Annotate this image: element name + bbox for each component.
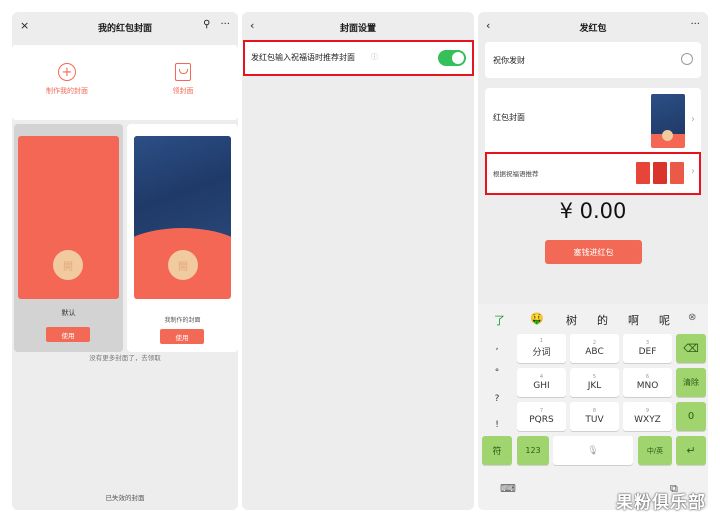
candidate-6[interactable]: 呢	[659, 312, 670, 328]
get-cover-button[interactable]: 领封面	[146, 63, 220, 96]
punctuation-column: , ° ? !	[482, 334, 512, 438]
page-title: 发红包	[579, 23, 607, 34]
key-num: 4	[539, 373, 544, 380]
clear-key[interactable]: 清除	[676, 368, 706, 397]
no-more-link[interactable]: 没有更多封面了，去领取	[12, 352, 238, 362]
default-cover-image: 開	[18, 136, 119, 299]
key-3[interactable]: 3 DEF	[623, 334, 672, 363]
key-7[interactable]: 7 PQRS	[517, 402, 566, 431]
custom-use-button[interactable]: 使用	[160, 329, 204, 344]
key-label: ABC	[585, 346, 604, 357]
cover-label: 红包封面	[493, 113, 525, 122]
punct-key[interactable]: ,	[482, 334, 512, 360]
custom-cover-card[interactable]: 開 我制作的封面 使用	[127, 124, 238, 352]
make-cover-label: 制作我的封面	[46, 87, 88, 95]
key-label: GHI	[533, 380, 550, 391]
red-envelope-icon	[175, 63, 191, 81]
key-num: 8	[592, 407, 597, 414]
actions-card: + 制作我的封面 领封面	[12, 45, 238, 120]
make-cover-button[interactable]: + 制作我的封面	[30, 63, 104, 96]
enter-key[interactable]: ↵	[676, 436, 706, 465]
punct-key[interactable]: !	[482, 412, 512, 438]
key-label: TUV	[585, 414, 604, 425]
cover-selector[interactable]: 红包封面 ›	[485, 88, 701, 152]
expired-covers-link[interactable]: 已失效的封面	[12, 492, 238, 502]
custom-cover-label: 我制作的封面	[164, 317, 201, 324]
punct-key[interactable]: ?	[482, 386, 512, 412]
punct-key[interactable]: °	[482, 360, 512, 386]
candidate-delete-icon[interactable]: ⊗	[688, 312, 696, 323]
key-8[interactable]: 8 TUV	[570, 402, 619, 431]
key-2[interactable]: 2 ABC	[570, 334, 619, 363]
greeting-text: 祝你发财	[493, 56, 525, 65]
candidate-3[interactable]: 树	[566, 312, 577, 328]
key-num: 2	[592, 339, 597, 346]
cover-settings-panel: ‹ 封面设置 发红包输入祝福语时推荐封面 ⓘ	[242, 12, 474, 510]
keyboard-icon[interactable]: ⌨	[500, 482, 516, 495]
key-6[interactable]: 6 MNO	[623, 368, 672, 397]
open-seal-icon	[662, 130, 673, 141]
default-label: 默认	[61, 309, 76, 317]
custom-cover-image: 開	[134, 136, 231, 299]
send-red-packet-panel: ‹ 发红包 ··· 祝你发财 红包封面 › 根据祝福语推荐 › ¥ 0.00 塞…	[478, 12, 708, 510]
navbar: ‹ 发红包 ···	[478, 12, 708, 42]
cover-thumbnail	[651, 94, 685, 148]
get-cover-label: 领封面	[172, 87, 194, 95]
highlight-box	[485, 152, 701, 195]
search-icon[interactable]: ⚲	[203, 19, 210, 30]
candidate-5[interactable]: 啊	[628, 312, 639, 328]
number-key[interactable]: 123	[517, 436, 549, 465]
key-label: 分词	[532, 348, 551, 358]
key-label: DEF	[638, 346, 657, 357]
open-seal-icon: 開	[168, 250, 198, 280]
navbar: × 我的红包封面 ⚲ ···	[12, 12, 238, 42]
back-icon[interactable]: ‹	[486, 19, 490, 32]
backspace-key[interactable]: ⌫	[676, 334, 706, 363]
candidate-2[interactable]: 🤑	[530, 312, 544, 325]
more-icon[interactable]: ···	[690, 19, 700, 30]
more-icon[interactable]: ···	[220, 19, 230, 30]
lang-switch-key[interactable]: 中/英	[638, 436, 672, 465]
key-5[interactable]: 5 JKL	[570, 368, 619, 397]
greeting-input[interactable]: 祝你发财	[485, 42, 701, 78]
space-key[interactable]: 🎙	[553, 436, 633, 465]
zero-key[interactable]: 0	[676, 402, 706, 431]
plus-circle-icon: +	[58, 63, 76, 81]
chevron-right-icon: ›	[691, 114, 695, 125]
close-icon[interactable]: ×	[20, 19, 29, 32]
submit-money-button[interactable]: 塞钱进红包	[545, 240, 642, 264]
symbol-key[interactable]: 符	[482, 436, 512, 465]
key-label: MNO	[636, 380, 659, 391]
key-num: 7	[539, 407, 544, 414]
key-label: PQRS	[529, 414, 554, 425]
key-num: 5	[592, 373, 597, 380]
pinyin-keyboard: 了 🤑 树 的 啊 呢 ⊗ , ° ? ! 1 分词 2 ABC 3 DEF ⌫ 4G…	[478, 304, 708, 510]
page-title: 我的红包封面	[97, 23, 152, 34]
default-cover-card[interactable]: 開 默认 使用	[14, 124, 123, 352]
key-1[interactable]: 1 分词	[517, 334, 566, 363]
cover-thumb-photo	[651, 94, 685, 134]
my-covers-panel: × 我的红包封面 ⚲ ··· + 制作我的封面 领封面 開 默认 使用 開 我制…	[12, 12, 238, 510]
amount-display: ¥ 0.00	[559, 199, 627, 223]
highlight-box	[243, 40, 474, 76]
watermark: 果粉俱乐部	[616, 493, 706, 513]
emoji-icon[interactable]	[681, 53, 693, 65]
key-9[interactable]: 9 WXYZ	[623, 402, 672, 431]
page-title: 封面设置	[339, 23, 376, 34]
default-use-button[interactable]: 使用	[46, 327, 90, 342]
candidate-4[interactable]: 的	[597, 312, 608, 328]
key-num: 1	[539, 338, 544, 344]
candidate-1[interactable]: 了	[494, 312, 505, 328]
navbar: ‹ 封面设置	[242, 12, 474, 42]
key-4[interactable]: 4 GHI	[517, 368, 566, 397]
key-num: 9	[645, 407, 650, 414]
open-seal-icon: 開	[53, 250, 83, 280]
back-icon[interactable]: ‹	[250, 19, 254, 32]
key-num: 3	[645, 339, 650, 346]
key-label: WXYZ	[634, 414, 661, 425]
key-label: JKL	[587, 380, 602, 391]
key-num: 6	[645, 373, 650, 380]
